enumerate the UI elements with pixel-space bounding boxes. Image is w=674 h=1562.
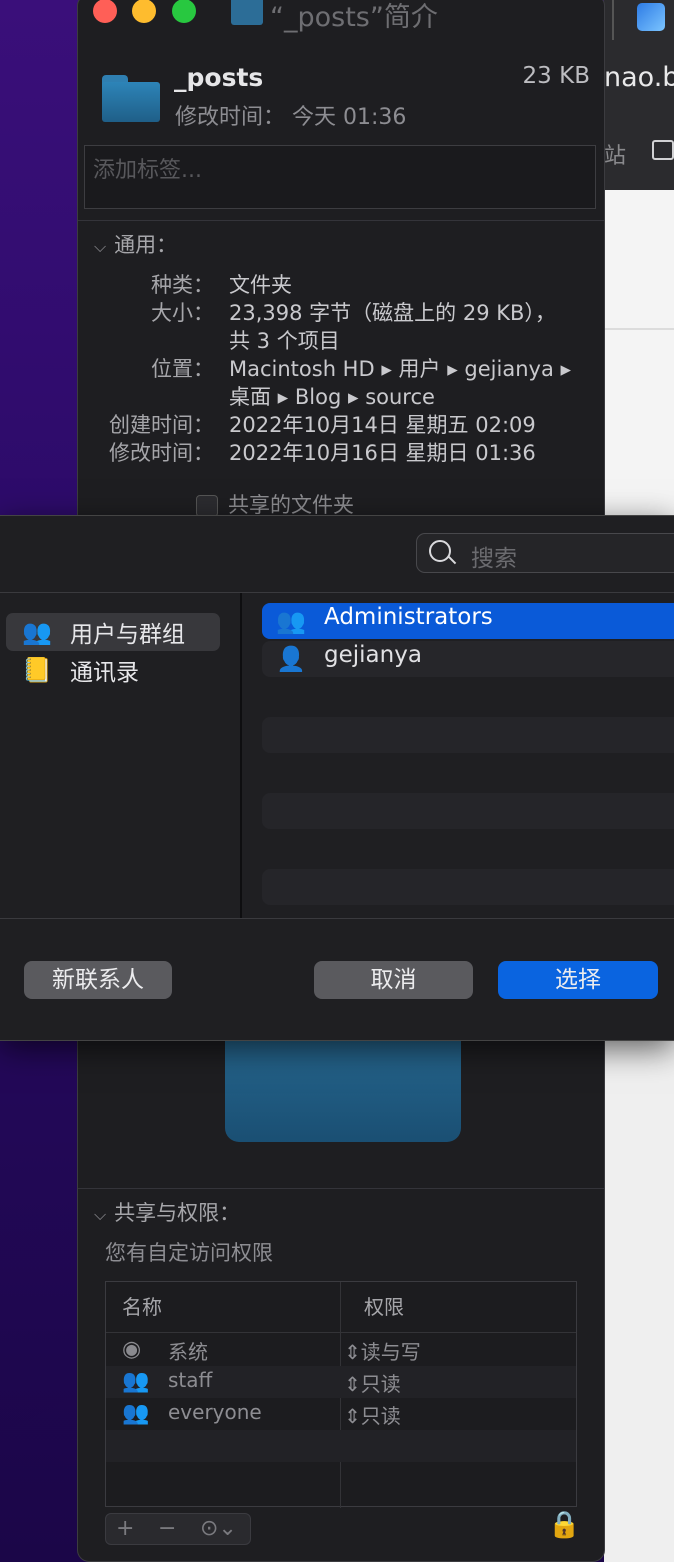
list-row-empty <box>262 793 674 829</box>
everyone-icon: 👥 <box>122 1401 150 1426</box>
browser-bookmark-fragment[interactable]: 站 <box>604 138 626 170</box>
browser-page-divider <box>604 328 674 330</box>
list-row-empty <box>262 869 674 905</box>
header-divider <box>106 1332 576 1333</box>
perm-privilege-value: 只读 <box>360 1404 401 1428</box>
list-item-gejianya[interactable]: 👤 gejianya <box>262 641 674 677</box>
permissions-table: 名称 权限 ◉ 系统 ⇕读与写 👥 staff ⇕只读 👥 everyone ⇕… <box>105 1281 577 1508</box>
custom-access-note: 您有自定访问权限 <box>105 1241 273 1265</box>
shared-folder-checkbox[interactable] <box>196 495 218 517</box>
browser-tab-favicon-icon[interactable] <box>637 3 665 31</box>
user-icon: 👤 <box>276 645 306 673</box>
picker-list: 👥 Administrators 👤 gejianya <box>242 593 674 918</box>
more-actions-button[interactable]: ⊙⌄ <box>200 1516 237 1541</box>
choose-button[interactable]: 选择 <box>498 961 658 999</box>
permissions-toolbar: + − ⊙⌄ <box>105 1513 251 1545</box>
perm-privilege-popup[interactable]: ⇕读与写 <box>344 1336 421 1365</box>
size-items-value: 共 3 个项目 <box>229 329 340 353</box>
general-section-toggle[interactable]: ⌵ 通用： <box>94 229 177 259</box>
perm-privilege-value: 只读 <box>360 1372 401 1396</box>
column-header-name[interactable]: 名称 <box>122 1282 162 1332</box>
user-circle-icon: ◉ <box>122 1337 142 1362</box>
sidebar-item-label: 用户与群组 <box>70 622 185 648</box>
item-size: 23 KB <box>522 63 590 89</box>
list-row-empty <box>262 717 674 753</box>
perm-privilege-value: 读与写 <box>360 1340 421 1364</box>
tags-placeholder: 添加标签... <box>93 158 202 183</box>
item-name: _posts <box>174 63 264 92</box>
kind-value: 文件夹 <box>229 273 292 297</box>
general-section-title: 通用： <box>114 233 178 257</box>
where-value-cont: 桌面 ▸ Blog ▸ source <box>229 385 435 409</box>
browser-page-content <box>604 190 674 515</box>
size-value: 23,398 字节（磁盘上的 29 KB）， <box>229 301 556 325</box>
created-value: 2022年10月14日 星期五 02:09 <box>229 413 536 437</box>
table-row[interactable]: 👥 staff ⇕只读 <box>106 1366 576 1398</box>
sheet-divider <box>0 918 674 919</box>
perm-user-name: 系统 <box>168 1340 208 1364</box>
group-icon: 👥 <box>122 1369 150 1394</box>
updown-chevron-icon: ⇕ <box>344 1404 361 1428</box>
column-header-privilege[interactable]: 权限 <box>364 1282 404 1332</box>
cancel-button[interactable]: 取消 <box>314 961 473 999</box>
updown-chevron-icon: ⇕ <box>344 1340 361 1364</box>
sharing-section-title: 共享与权限： <box>114 1201 241 1225</box>
users-icon: 👥 <box>22 618 52 646</box>
kind-label: 种类： <box>151 273 214 297</box>
perm-privilege-popup[interactable]: ⇕只读 <box>344 1400 401 1429</box>
list-item-label: Administrators <box>324 604 493 630</box>
section-divider <box>78 1188 604 1189</box>
perm-privilege-popup[interactable]: ⇕只读 <box>344 1368 401 1397</box>
group-icon: 👥 <box>276 607 306 635</box>
browser-page-lower <box>604 1040 674 1562</box>
table-row[interactable]: 👥 everyone ⇕只读 <box>106 1398 576 1430</box>
tags-input[interactable]: 添加标签... <box>84 145 596 209</box>
bookmark-folder-icon[interactable] <box>652 140 674 160</box>
sharing-section-toggle[interactable]: ⌵ 共享与权限： <box>94 1197 240 1227</box>
contacts-book-icon: 📒 <box>22 656 52 684</box>
close-window-button[interactable] <box>93 0 117 23</box>
chevron-down-icon: ⌵ <box>94 237 107 256</box>
title-folder-icon <box>231 0 263 25</box>
modified-label: 修改时间： <box>109 441 214 465</box>
remove-permission-button[interactable]: − <box>158 1516 176 1541</box>
picker-sidebar: 👥 用户与群组 📒 通讯录 <box>0 593 240 918</box>
size-label: 大小： <box>151 301 214 325</box>
updown-chevron-icon: ⇕ <box>344 1372 361 1396</box>
chevron-down-icon: ⌵ <box>94 1205 107 1224</box>
table-row[interactable]: ◉ 系统 ⇕读与写 <box>106 1334 576 1366</box>
browser-tab-separator <box>612 0 614 40</box>
sidebar-item-contacts[interactable]: 📒 通讯录 <box>6 651 220 689</box>
section-divider <box>78 220 604 221</box>
window-title: “_posts”简介 <box>270 2 438 33</box>
perm-user-name: everyone <box>168 1400 262 1424</box>
where-value: Macintosh HD ▸ 用户 ▸ gejianya ▸ <box>229 357 572 381</box>
modified-value: 2022年10月16日 星期日 01:36 <box>229 441 536 465</box>
lock-icon[interactable]: 🔒 <box>548 1510 580 1540</box>
browser-url-fragment[interactable]: nao.ba <box>604 62 674 93</box>
folder-icon <box>102 75 160 122</box>
created-label: 创建时间： <box>109 413 214 437</box>
sidebar-item-label: 通讯录 <box>70 660 139 686</box>
perm-user-name: staff <box>168 1368 213 1392</box>
search-icon <box>429 540 451 562</box>
user-picker-sheet: 搜索 👥 用户与群组 📒 通讯录 👥 Administrators 👤 geji… <box>0 515 674 1041</box>
table-row-empty <box>106 1430 576 1462</box>
search-placeholder: 搜索 <box>471 546 517 572</box>
search-field[interactable]: 搜索 <box>416 533 674 573</box>
zoom-window-button[interactable] <box>172 0 196 23</box>
minimize-window-button[interactable] <box>132 0 156 23</box>
list-item-label: gejianya <box>324 642 422 668</box>
add-permission-button[interactable]: + <box>116 1516 134 1541</box>
list-item-administrators[interactable]: 👥 Administrators <box>262 603 674 639</box>
sidebar-item-users-groups[interactable]: 👥 用户与群组 <box>6 613 220 651</box>
item-modified-summary: 修改时间： 今天 01:36 <box>175 105 407 130</box>
where-label: 位置： <box>151 357 214 381</box>
new-contact-button[interactable]: 新联系人 <box>24 961 172 999</box>
